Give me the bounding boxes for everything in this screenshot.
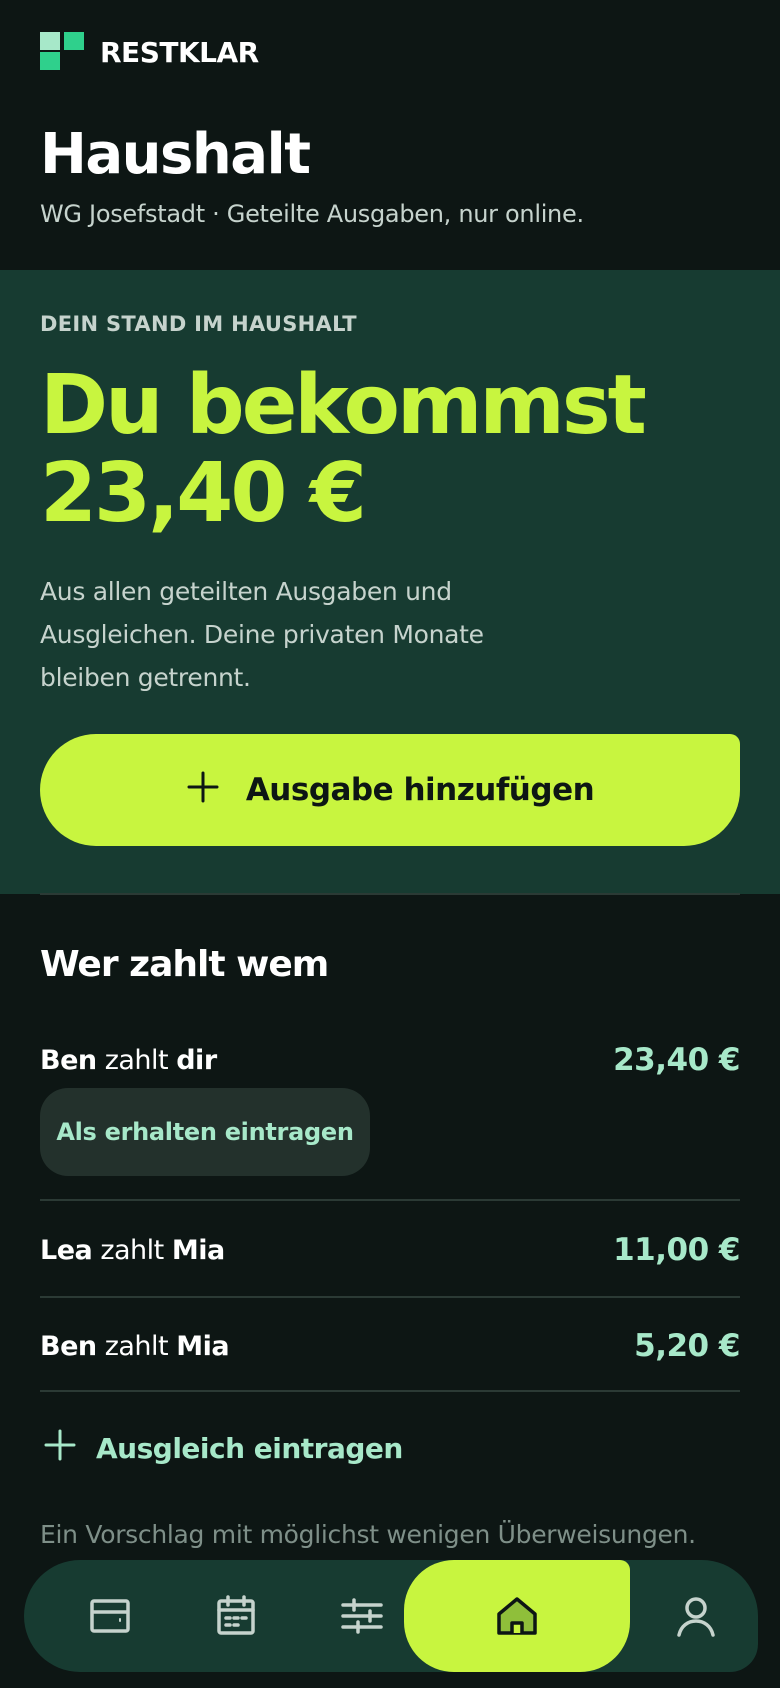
page-subtitle: WG Josefstadt · Geteilte Ausgaben, nur o… [40, 200, 584, 228]
divider [40, 1296, 740, 1298]
settlement-amount: 5,20 € [634, 1328, 740, 1364]
add-settlement-link[interactable]: Ausgleich eintragen [44, 1428, 403, 1468]
settlements-title: Wer zahlt wem [40, 944, 329, 985]
balance-description: Aus allen geteilten Ausgaben und Ausglei… [40, 577, 484, 692]
wallet-icon [90, 1599, 130, 1633]
mark-received-button[interactable]: Als erhalten eintragen [40, 1088, 370, 1176]
calendar-icon [217, 1595, 255, 1635]
user-icon [677, 1597, 715, 1637]
home-icon [497, 1597, 537, 1635]
settlement-row: Ben zahlt Mia 5,20 € [40, 1326, 740, 1366]
divider [40, 893, 740, 895]
brand[interactable]: RESTKLAR [40, 32, 259, 72]
app-header: RESTKLAR Haushalt WG Josefstadt · Geteil… [0, 0, 780, 270]
add-settlement-label: Ausgleich eintragen [96, 1431, 403, 1465]
settlement-row: Lea zahlt Mia 11,00 € [40, 1230, 740, 1270]
settlement-amount: 11,00 € [613, 1232, 740, 1268]
balance-headline-line1: Du bekommst [40, 358, 647, 453]
add-expense-label: Ausgabe hinzufügen [245, 772, 595, 808]
add-expense-button[interactable]: Ausgabe hinzufügen [40, 734, 740, 846]
nav-item-filters[interactable] [312, 1560, 412, 1672]
balance-headline: Du bekommst 23,40 € [40, 358, 647, 541]
settlement-amount: 23,40 € [613, 1042, 740, 1078]
settlement-parties: Lea zahlt Mia [40, 1234, 225, 1266]
nav-item-calendar[interactable] [186, 1560, 286, 1672]
balance-amount: 23,40 € [40, 446, 367, 541]
divider [40, 1199, 740, 1201]
nav-item-home[interactable] [404, 1560, 630, 1672]
balance-kicker: DEIN STAND IM HAUSHALT [40, 312, 357, 336]
plus-icon [44, 1428, 76, 1468]
bottom-nav [24, 1560, 758, 1672]
restklar-logo-icon [40, 32, 84, 72]
nav-item-profile[interactable] [646, 1560, 746, 1672]
page-title: Haushalt [40, 122, 311, 187]
divider [40, 1390, 740, 1392]
sliders-icon [341, 1598, 383, 1634]
plus-icon [186, 768, 220, 812]
settlement-row: Ben zahlt dir 23,40 € [40, 1040, 740, 1080]
nav-item-wallet[interactable] [60, 1560, 160, 1672]
settlement-parties: Ben zahlt dir [40, 1044, 217, 1076]
brand-name: RESTKLAR [100, 35, 259, 69]
balance-hero: DEIN STAND IM HAUSHALT Du bekommst 23,40… [0, 270, 780, 894]
settlement-parties: Ben zahlt Mia [40, 1330, 230, 1362]
settlements-footnote: Ein Vorschlag mit möglichst wenigen Über… [40, 1520, 696, 1549]
